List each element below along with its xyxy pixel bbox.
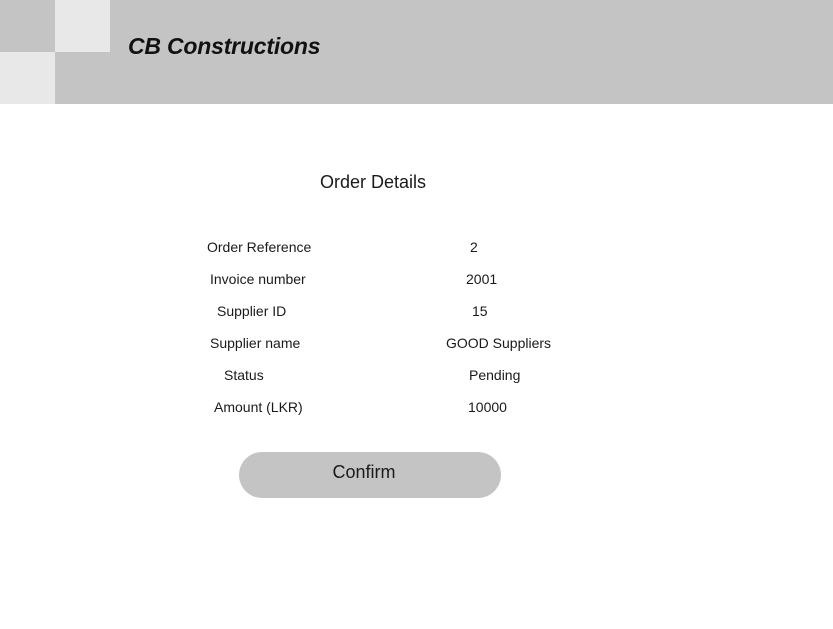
- status-label: Status: [224, 367, 264, 383]
- page-title: Order Details: [320, 172, 427, 192]
- amount-value: 10000: [468, 399, 507, 415]
- invoice-number-value: 2001: [466, 271, 498, 287]
- page: CB Constructions Order Details Order Ref…: [0, 0, 833, 629]
- order-reference-value: 2: [470, 239, 478, 255]
- logo: [0, 0, 110, 104]
- supplier-name-value: GOOD Suppliers: [446, 335, 552, 351]
- status-value: Pending: [469, 367, 521, 383]
- confirm-button-label: Confirm: [332, 461, 396, 482]
- supplier-id-label: Supplier ID: [217, 303, 287, 319]
- logo-square-bottom: [0, 52, 55, 104]
- supplier-name-label: Supplier name: [210, 335, 301, 351]
- header-bar: CB Constructions: [0, 0, 833, 104]
- brand-name: CB Constructions: [128, 33, 321, 59]
- logo-square-top: [55, 0, 110, 52]
- amount-label: Amount (LKR): [214, 399, 303, 415]
- confirm-button[interactable]: Confirm: [239, 452, 501, 498]
- order-reference-label: Order Reference: [207, 239, 312, 255]
- invoice-number-label: Invoice number: [210, 271, 306, 287]
- supplier-id-value: 15: [472, 303, 488, 319]
